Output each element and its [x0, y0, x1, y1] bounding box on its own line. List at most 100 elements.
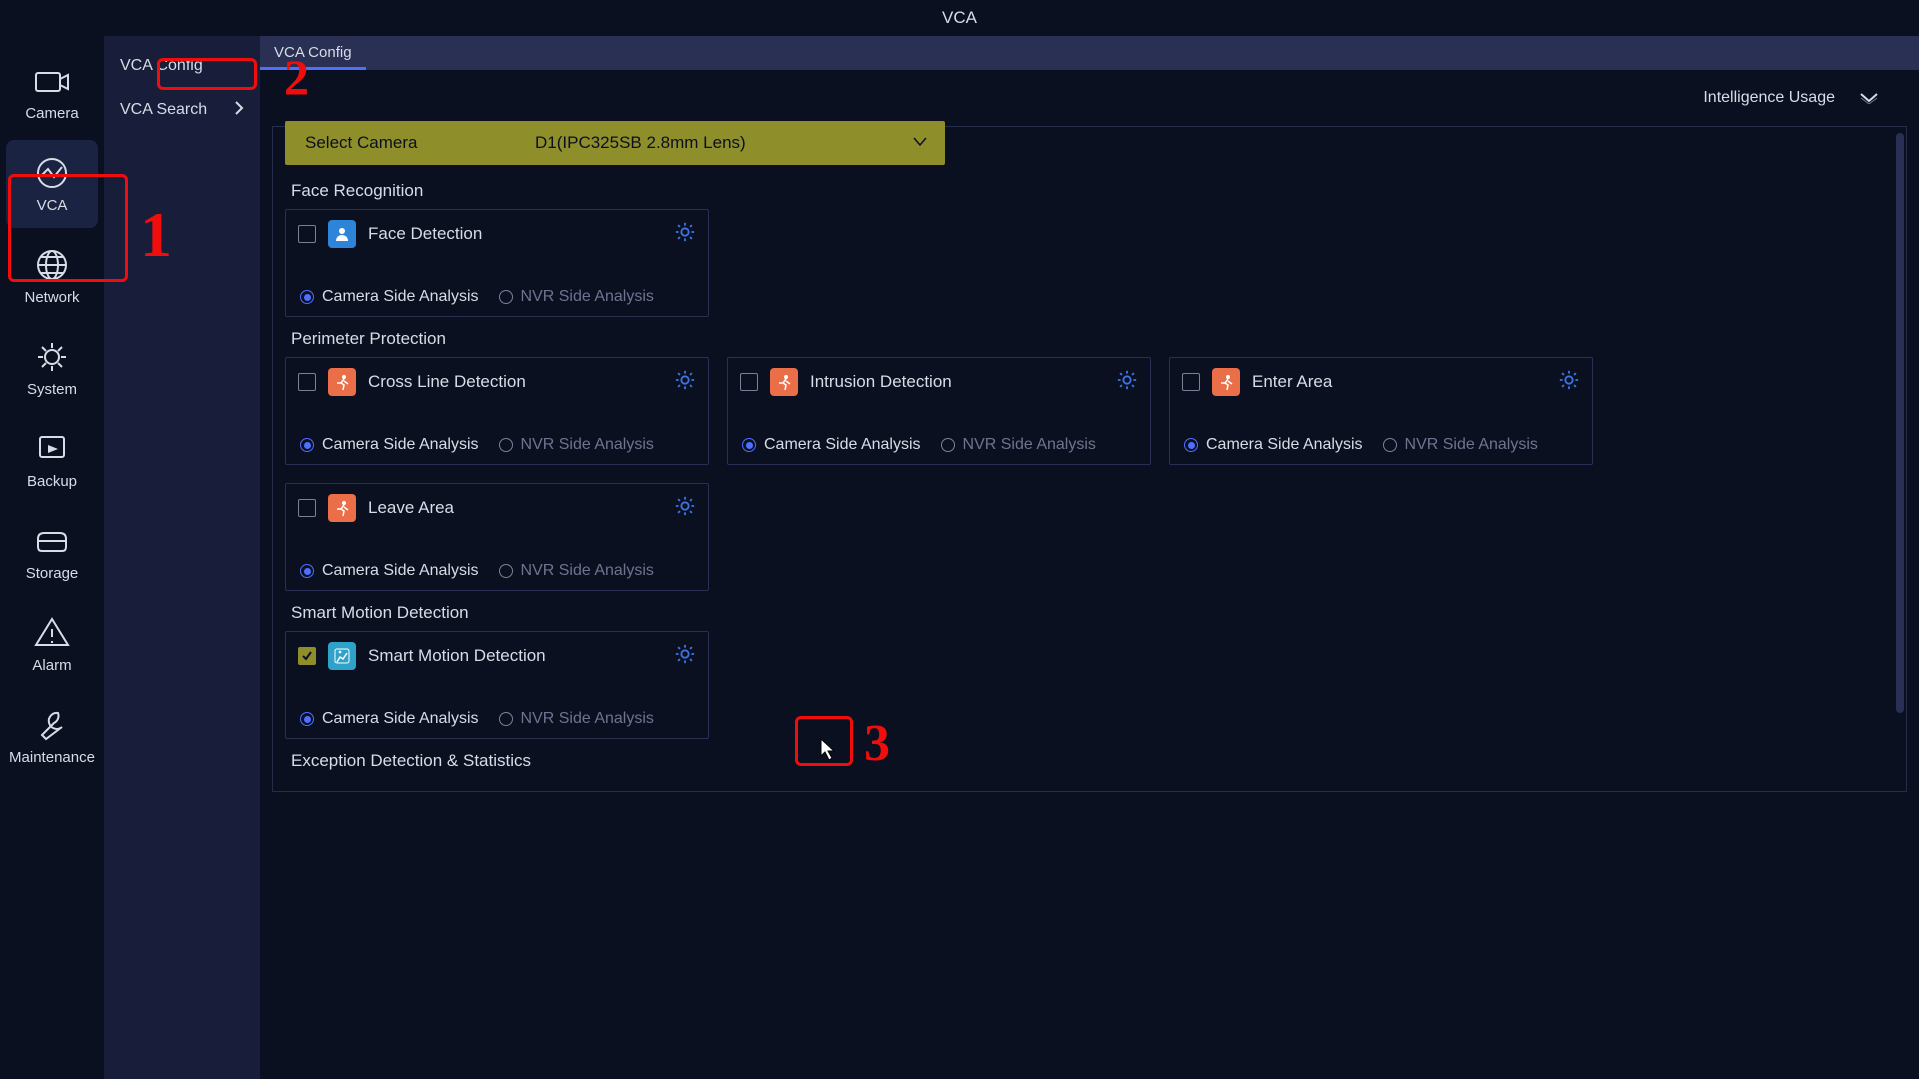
feature-icon — [328, 220, 356, 248]
radio-label: NVR Side Analysis — [521, 436, 654, 454]
radio-camera-side[interactable]: Camera Side Analysis — [300, 710, 479, 728]
checkbox[interactable] — [298, 499, 316, 517]
nav-maintenance[interactable]: Maintenance — [6, 692, 98, 780]
nav-system[interactable]: System — [6, 324, 98, 412]
nav-camera[interactable]: Camera — [6, 48, 98, 136]
feature-name: Enter Area — [1252, 372, 1332, 392]
select-camera-label: Select Camera — [285, 133, 535, 153]
sidebar-nav: Camera VCA Network System Backup Storage Alarm… — [0, 36, 104, 1079]
radio-camera-side[interactable]: Camera Side Analysis — [742, 436, 921, 454]
radio-camera-side[interactable]: Camera Side Analysis — [300, 436, 479, 454]
radio-camera-side[interactable]: Camera Side Analysis — [1184, 436, 1363, 454]
maintenance-icon — [32, 707, 72, 743]
feature-card-intrusion-detection: Intrusion Detection Camera Side Analysis… — [727, 357, 1151, 465]
feature-icon — [770, 368, 798, 396]
camera-icon — [32, 63, 72, 99]
radio-label: NVR Side Analysis — [963, 436, 1096, 454]
nav-label: Network — [24, 289, 79, 306]
radio-label: Camera Side Analysis — [322, 288, 479, 306]
feature-name: Intrusion Detection — [810, 372, 952, 392]
radio-nvr-side[interactable]: NVR Side Analysis — [499, 710, 654, 728]
feature-name: Cross Line Detection — [368, 372, 526, 392]
backup-icon — [32, 431, 72, 467]
chevron-down-icon[interactable] — [1859, 91, 1879, 109]
tab-vca-config[interactable]: VCA Config — [260, 38, 366, 70]
feature-icon — [328, 494, 356, 522]
nav-alarm[interactable]: Alarm — [6, 600, 98, 688]
scrollbar[interactable] — [1896, 133, 1904, 713]
checkbox[interactable] — [1182, 373, 1200, 391]
select-camera-dropdown[interactable]: Select Camera D1(IPC325SB 2.8mm Lens) — [285, 121, 945, 165]
nav-network[interactable]: Network — [6, 232, 98, 320]
feature-icon — [328, 642, 356, 670]
system-icon — [32, 339, 72, 375]
vca-icon — [32, 155, 72, 191]
select-camera-value: D1(IPC325SB 2.8mm Lens) — [535, 133, 895, 153]
nav-label: VCA — [37, 197, 68, 214]
radio-label: Camera Side Analysis — [322, 436, 479, 454]
main-panel: Select Camera D1(IPC325SB 2.8mm Lens) Fa… — [272, 126, 1907, 792]
gear-icon[interactable] — [674, 643, 696, 670]
nav-vca[interactable]: VCA — [6, 140, 98, 228]
nav-label: Maintenance — [9, 749, 95, 766]
radio-nvr-side[interactable]: NVR Side Analysis — [499, 288, 654, 306]
title-bar: VCA — [0, 0, 1919, 36]
feature-name: Leave Area — [368, 498, 454, 518]
subnav-vca-config[interactable]: VCA Config — [104, 44, 260, 88]
feature-icon — [328, 368, 356, 396]
section-title: Face Recognition — [291, 181, 1894, 201]
nav-label: System — [27, 381, 77, 398]
subnav-label: VCA Config — [120, 57, 203, 75]
gear-icon[interactable] — [1116, 369, 1138, 396]
sidebar-sub: VCA Config VCA Search — [104, 36, 260, 1079]
section-title: Exception Detection & Statistics — [291, 751, 1894, 771]
feature-icon — [1212, 368, 1240, 396]
checkbox[interactable] — [298, 225, 316, 243]
gear-icon[interactable] — [674, 369, 696, 396]
chevron-right-icon — [234, 101, 244, 120]
feature-card-leave-area: Leave Area Camera Side Analysis NVR Side… — [285, 483, 709, 591]
radio-label: Camera Side Analysis — [1206, 436, 1363, 454]
radio-camera-side[interactable]: Camera Side Analysis — [300, 562, 479, 580]
radio-label: NVR Side Analysis — [521, 288, 654, 306]
subnav-label: VCA Search — [120, 101, 207, 119]
network-icon — [32, 247, 72, 283]
intelligence-usage-label[interactable]: Intelligence Usage — [1703, 89, 1835, 107]
subnav-vca-search[interactable]: VCA Search — [104, 88, 260, 132]
chevron-down-icon — [895, 134, 945, 152]
radio-label: Camera Side Analysis — [322, 562, 479, 580]
feature-name: Face Detection — [368, 224, 482, 244]
storage-icon — [32, 523, 72, 559]
feature-card-cross-line-detection: Cross Line Detection Camera Side Analysi… — [285, 357, 709, 465]
checkbox[interactable] — [298, 647, 316, 665]
nav-label: Storage — [26, 565, 79, 582]
gear-icon[interactable] — [1558, 369, 1580, 396]
radio-label: NVR Side Analysis — [521, 710, 654, 728]
feature-name: Smart Motion Detection — [368, 646, 546, 666]
radio-nvr-side[interactable]: NVR Side Analysis — [941, 436, 1096, 454]
nav-label: Alarm — [32, 657, 71, 674]
nav-storage[interactable]: Storage — [6, 508, 98, 596]
nav-label: Backup — [27, 473, 77, 490]
radio-nvr-side[interactable]: NVR Side Analysis — [1383, 436, 1538, 454]
feature-card-face-detection: Face Detection Camera Side Analysis NVR … — [285, 209, 709, 317]
radio-label: NVR Side Analysis — [521, 562, 654, 580]
radio-label: Camera Side Analysis — [322, 710, 479, 728]
checkbox[interactable] — [298, 373, 316, 391]
checkbox[interactable] — [740, 373, 758, 391]
nav-label: Camera — [25, 105, 78, 122]
tab-row: VCA Config — [260, 36, 1919, 70]
radio-label: NVR Side Analysis — [1405, 436, 1538, 454]
radio-label: Camera Side Analysis — [764, 436, 921, 454]
gear-icon[interactable] — [674, 495, 696, 522]
radio-nvr-side[interactable]: NVR Side Analysis — [499, 436, 654, 454]
gear-icon[interactable] — [674, 221, 696, 248]
radio-camera-side[interactable]: Camera Side Analysis — [300, 288, 479, 306]
section-title: Perimeter Protection — [291, 329, 1894, 349]
section-title: Smart Motion Detection — [291, 603, 1894, 623]
alarm-icon — [32, 615, 72, 651]
feature-card-smart-motion-detection: Smart Motion Detection Camera Side Analy… — [285, 631, 709, 739]
feature-card-enter-area: Enter Area Camera Side Analysis NVR Side… — [1169, 357, 1593, 465]
nav-backup[interactable]: Backup — [6, 416, 98, 504]
radio-nvr-side[interactable]: NVR Side Analysis — [499, 562, 654, 580]
